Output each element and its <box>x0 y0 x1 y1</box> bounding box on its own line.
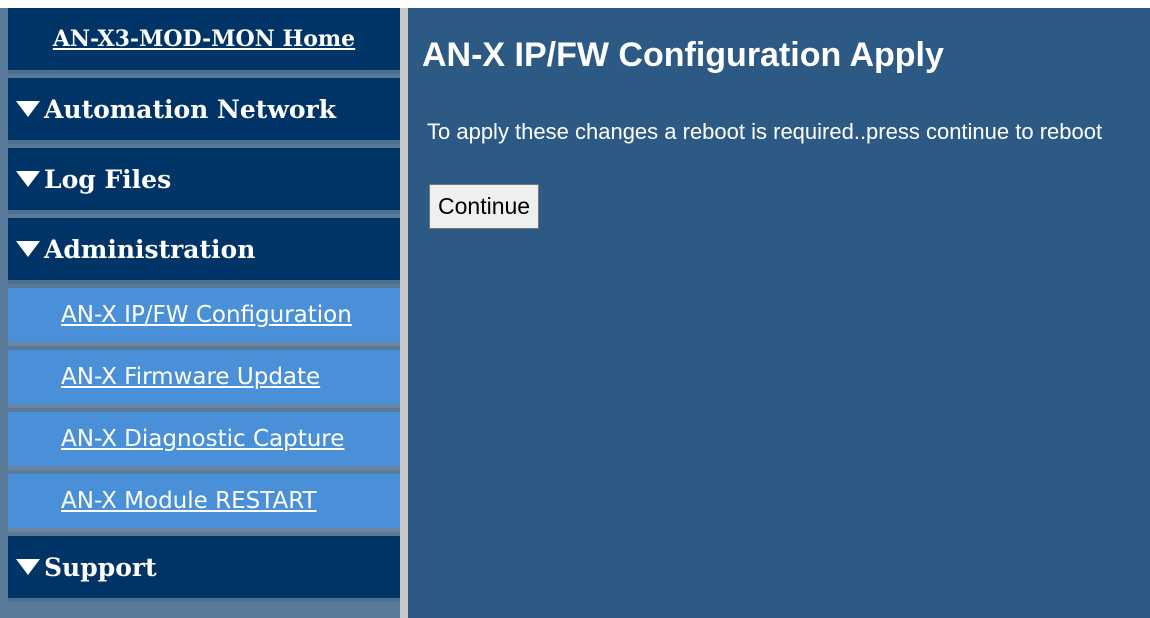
firmware-update-link[interactable]: AN-X Firmware Update <box>61 364 320 390</box>
sidebar-item-diagnostic-capture: AN-X Diagnostic Capture <box>8 412 400 470</box>
section-automation-network[interactable]: Automation Network <box>8 78 400 144</box>
continue-button[interactable]: Continue <box>429 184 540 229</box>
sidebar-divider <box>400 8 408 618</box>
diagnostic-capture-link[interactable]: AN-X Diagnostic Capture <box>61 426 344 452</box>
section-log-files[interactable]: Log Files <box>8 148 400 214</box>
sidebar-item-firmware-update: AN-X Firmware Update <box>8 350 400 408</box>
home-link[interactable]: AN-X3-MOD-MON Home <box>53 26 355 52</box>
ip-fw-configuration-link[interactable]: AN-X IP/FW Configuration <box>61 302 352 328</box>
section-label: Support <box>44 552 157 582</box>
sidebar-item-module-restart: AN-X Module RESTART <box>8 474 400 532</box>
sidebar-item-ip-fw-configuration: AN-X IP/FW Configuration <box>8 288 400 346</box>
triangle-down-icon <box>16 559 40 575</box>
reboot-message: To apply these changes a reboot is requi… <box>427 119 1103 144</box>
triangle-down-icon <box>16 101 40 117</box>
sidebar: AN-X3-MOD-MON Home Automation Network Lo… <box>0 8 400 618</box>
triangle-down-icon <box>16 241 40 257</box>
sidebar-home-item: AN-X3-MOD-MON Home <box>8 8 400 74</box>
app-frame: AN-X3-MOD-MON Home Automation Network Lo… <box>0 0 1150 618</box>
main-content: AN-X IP/FW Configuration Apply To apply … <box>408 8 1150 618</box>
module-restart-link[interactable]: AN-X Module RESTART <box>61 488 317 514</box>
section-label: Administration <box>44 234 256 264</box>
section-administration[interactable]: Administration <box>8 218 400 284</box>
section-label: Automation Network <box>44 94 337 124</box>
section-label: Log Files <box>44 164 172 194</box>
page-title: AN-X IP/FW Configuration Apply <box>422 36 944 74</box>
triangle-down-icon <box>16 171 40 187</box>
section-support[interactable]: Support <box>8 536 400 602</box>
